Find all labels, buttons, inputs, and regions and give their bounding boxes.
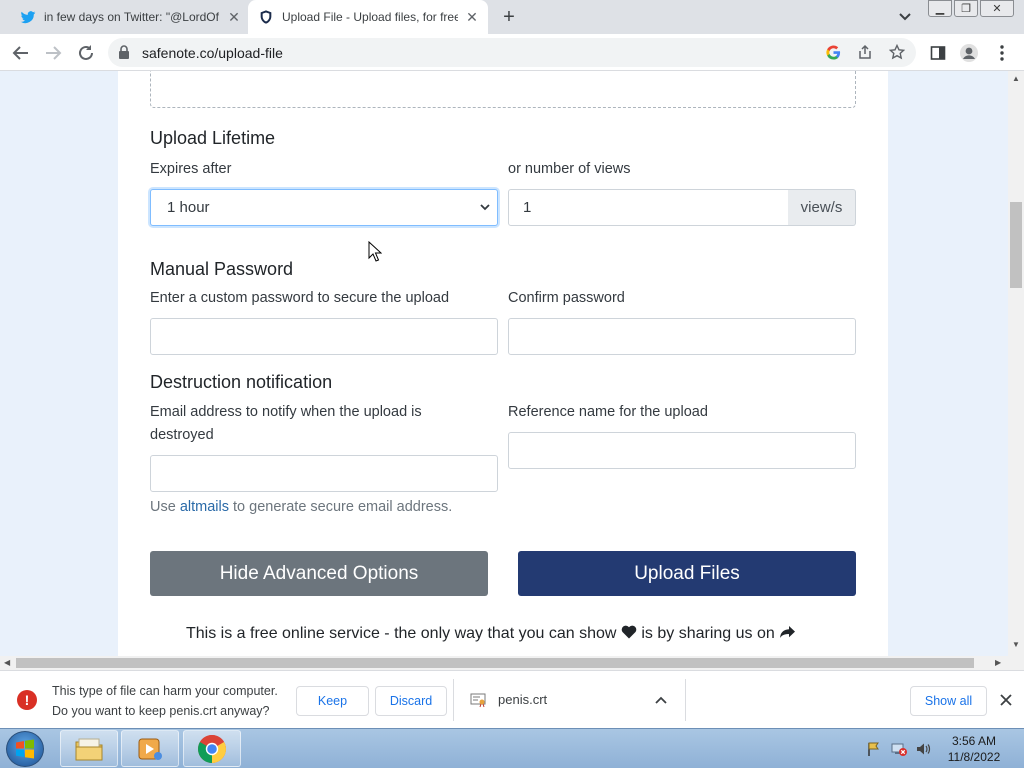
footer-text-before: This is a free online service - the only… [186, 625, 617, 642]
action-center-flag-icon[interactable] [866, 741, 882, 757]
keep-button[interactable]: Keep [296, 686, 369, 716]
scroll-right-icon[interactable]: ▶ [995, 658, 1001, 667]
close-window-icon[interactable]: ✕ [980, 0, 1014, 17]
scroll-left-icon[interactable]: ◀ [4, 658, 10, 667]
file-dropzone[interactable] [150, 71, 856, 108]
show-all-button[interactable]: Show all [910, 686, 987, 716]
profile-avatar-icon[interactable] [959, 43, 979, 63]
share-footer-text: This is a free online service - the only… [186, 625, 796, 643]
email-notify-label-line2: destroyed [150, 427, 214, 443]
chevron-up-icon[interactable] [655, 695, 667, 705]
side-panel-icon[interactable] [928, 43, 948, 63]
views-count-value: 1 [523, 199, 532, 216]
upload-files-button[interactable]: Upload Files [518, 551, 856, 596]
file-explorer-icon[interactable] [60, 730, 118, 767]
vertical-scroll-thumb[interactable] [1010, 202, 1022, 288]
windows-start-icon[interactable] [6, 731, 44, 767]
tab-twitter[interactable]: in few days on Twitter: "@LordOfPeng ✕ [12, 0, 248, 34]
certificate-file-icon [470, 693, 486, 708]
footer-text-after: is by sharing us on [641, 625, 775, 642]
google-icon[interactable] [824, 43, 842, 61]
views-label: or number of views [508, 161, 631, 177]
download-filename[interactable]: penis.crt [498, 692, 547, 707]
help-prefix: Use [150, 499, 176, 515]
download-warning-text: This type of file can harm your computer… [52, 681, 278, 721]
reload-icon[interactable] [73, 40, 99, 66]
discard-button[interactable]: Discard [375, 686, 447, 716]
upload-lifetime-heading: Upload Lifetime [150, 128, 276, 148]
password-input[interactable] [150, 318, 498, 355]
chevron-down-icon [480, 204, 490, 211]
close-tab-icon[interactable]: ✕ [464, 9, 480, 25]
minimize-icon[interactable]: ▁ [928, 0, 952, 17]
bookmark-star-icon[interactable] [888, 43, 906, 61]
restore-icon[interactable]: ❐ [954, 0, 978, 17]
horizontal-scroll-thumb[interactable] [16, 658, 974, 668]
altmails-link[interactable]: altmails [180, 499, 229, 515]
browser-tab-strip: in few days on Twitter: "@LordOfPeng ✕ U… [0, 0, 1024, 34]
expires-after-label: Expires after [150, 161, 232, 177]
expires-after-value: 1 hour [167, 199, 210, 216]
notify-email-input[interactable] [150, 455, 498, 492]
confirm-password-label: Confirm password [508, 290, 625, 306]
password-label: Enter a custom password to secure the up… [150, 290, 450, 306]
browser-toolbar: safenote.co/upload-file [0, 34, 1024, 71]
destruction-notification-heading: Destruction notification [150, 372, 333, 392]
manual-password-heading: Manual Password [150, 259, 294, 279]
mouse-cursor-icon [368, 241, 382, 262]
new-tab-icon[interactable]: + [498, 6, 520, 28]
clock-date: 11/8/2022 [947, 750, 1001, 764]
network-error-icon[interactable] [891, 741, 907, 757]
horizontal-scrollbar[interactable]: ◀ ▶ [0, 656, 1024, 670]
upload-form-card: Upload Lifetime Expires after or number … [118, 71, 888, 656]
windows-taskbar: 3:56 AM 11/8/2022 [0, 728, 1024, 768]
vertical-scrollbar[interactable]: ▲ ▼ [1008, 71, 1024, 656]
shield-icon [260, 10, 272, 24]
media-player-icon[interactable] [121, 730, 179, 767]
share-icon[interactable] [856, 43, 874, 61]
divider [685, 679, 686, 721]
warning-icon: ! [17, 690, 37, 710]
tab-upload-file[interactable]: Upload File - Upload files, for free ✕ [248, 0, 488, 34]
twitter-icon [20, 11, 36, 24]
scroll-down-icon[interactable]: ▼ [1012, 640, 1020, 649]
forward-arrow-icon[interactable] [40, 40, 66, 66]
lock-icon [119, 45, 129, 59]
hide-advanced-options-button[interactable]: Hide Advanced Options [150, 551, 488, 596]
tab-title: in few days on Twitter: "@LordOfPeng [44, 10, 220, 24]
expires-after-select[interactable]: 1 hour [150, 189, 498, 226]
warning-line1: This type of file can harm your computer… [52, 684, 278, 698]
share-arrow-icon[interactable] [779, 625, 796, 639]
page-viewport: Upload Lifetime Expires after or number … [0, 71, 1008, 656]
chevron-down-icon[interactable] [895, 8, 915, 26]
tab-title: Upload File - Upload files, for free [282, 10, 458, 24]
altmails-help-text: Use altmails to generate secure email ad… [150, 499, 452, 515]
more-menu-icon[interactable] [992, 43, 1012, 63]
url-text: safenote.co/upload-file [142, 45, 283, 61]
divider [453, 679, 454, 721]
reference-name-label: Reference name for the upload [508, 404, 708, 420]
views-suffix: view/s [788, 189, 856, 226]
help-suffix: to generate secure email address. [233, 499, 453, 515]
scroll-up-icon[interactable]: ▲ [1012, 74, 1020, 83]
reference-name-input[interactable] [508, 432, 856, 469]
views-count-input[interactable]: 1 [508, 189, 789, 226]
window-controls: ▁ ❐ ✕ [926, 0, 1014, 17]
warning-line2: Do you want to keep penis.crt anyway? [52, 704, 270, 718]
download-bar: ! This type of file can harm your comput… [0, 670, 1024, 728]
chrome-icon[interactable] [183, 730, 241, 767]
close-tab-icon[interactable]: ✕ [226, 9, 242, 25]
address-bar[interactable]: safenote.co/upload-file [108, 38, 916, 67]
back-arrow-icon[interactable] [8, 40, 34, 66]
clock-time: 3:56 AM [951, 734, 997, 748]
confirm-password-input[interactable] [508, 318, 856, 355]
heart-icon [621, 625, 637, 639]
system-clock[interactable]: 3:56 AM 11/8/2022 [944, 733, 1004, 765]
volume-icon[interactable] [915, 741, 931, 757]
email-notify-label: Email address to notify when the upload … [150, 401, 422, 447]
close-icon[interactable] [999, 693, 1013, 707]
email-notify-label-line1: Email address to notify when the upload … [150, 404, 422, 420]
